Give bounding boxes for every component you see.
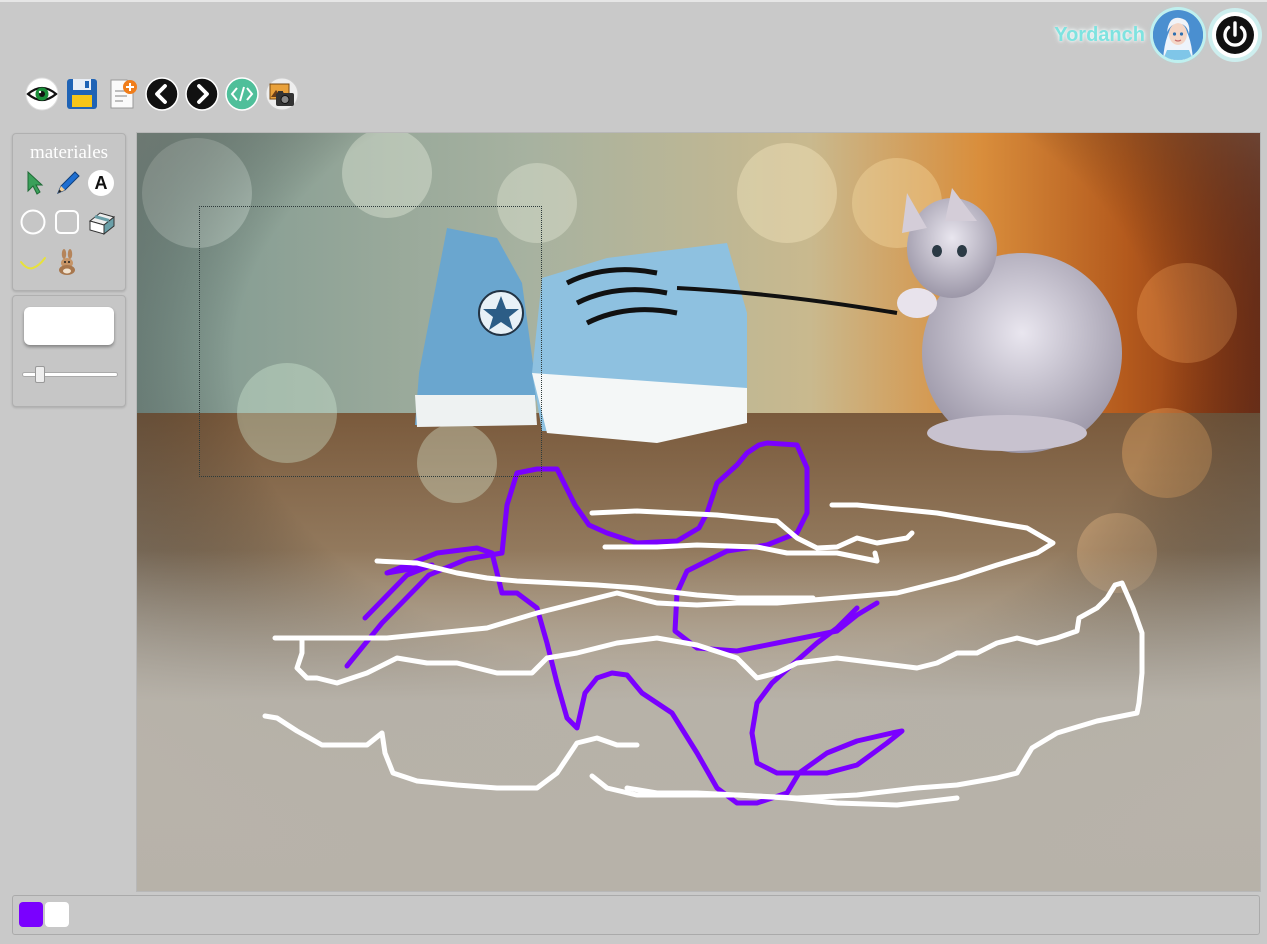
swatch-purple[interactable]	[19, 902, 43, 927]
circle-tool[interactable]	[18, 207, 48, 237]
selection-rectangle[interactable]	[199, 206, 542, 477]
pencil-tool[interactable]	[53, 168, 83, 198]
eraser-icon	[88, 212, 116, 236]
eraser-tool[interactable]	[86, 207, 116, 237]
power-icon	[1212, 12, 1258, 58]
current-color-box[interactable]	[24, 307, 114, 345]
rectangle-tool[interactable]	[52, 207, 82, 237]
tools-panel: materiales A	[12, 133, 126, 291]
new-page-icon	[110, 79, 137, 109]
tools-panel-title: materiales	[29, 142, 109, 163]
user-name[interactable]: Yordanch	[1054, 24, 1145, 47]
style-panel	[12, 295, 126, 407]
photo-camera-icon	[265, 77, 299, 111]
pointer-icon	[27, 170, 44, 195]
pencil-icon	[57, 171, 80, 194]
stroke-white-2	[374, 558, 816, 601]
back-icon	[145, 77, 179, 111]
stroke-size-slider-thumb[interactable]	[34, 366, 45, 383]
stamp-tool[interactable]	[52, 247, 82, 277]
stroke-white-3	[589, 508, 915, 564]
swatch-white[interactable]	[45, 902, 69, 927]
save-button[interactable]	[64, 76, 100, 112]
preview-button[interactable]	[24, 76, 60, 112]
undo-button[interactable]	[144, 76, 180, 112]
circle-icon	[20, 209, 46, 235]
rounded-rect-icon	[55, 210, 79, 234]
avatar-portrait-icon	[1153, 10, 1203, 60]
user-avatar[interactable]	[1153, 10, 1203, 60]
stroke-white-4	[294, 580, 1145, 801]
color-palette-bar	[12, 895, 1260, 935]
line-tool[interactable]	[18, 247, 48, 277]
stroke-white-5	[262, 713, 640, 791]
pointer-tool[interactable]	[19, 168, 49, 198]
text-icon: A	[88, 170, 114, 196]
code-icon	[225, 77, 259, 111]
forward-icon	[185, 77, 219, 111]
top-border	[0, 0, 1267, 2]
eye-icon	[25, 77, 59, 111]
logout-button[interactable]	[1208, 8, 1262, 62]
stamp-icon	[59, 249, 75, 275]
code-button[interactable]	[224, 76, 260, 112]
drawing-canvas[interactable]	[136, 132, 1261, 892]
new-page-button[interactable]	[104, 76, 140, 112]
text-tool[interactable]: A	[86, 168, 116, 198]
redo-button[interactable]	[184, 76, 220, 112]
insert-image-button[interactable]	[264, 76, 300, 112]
save-icon	[67, 79, 97, 109]
line-icon	[20, 257, 46, 270]
